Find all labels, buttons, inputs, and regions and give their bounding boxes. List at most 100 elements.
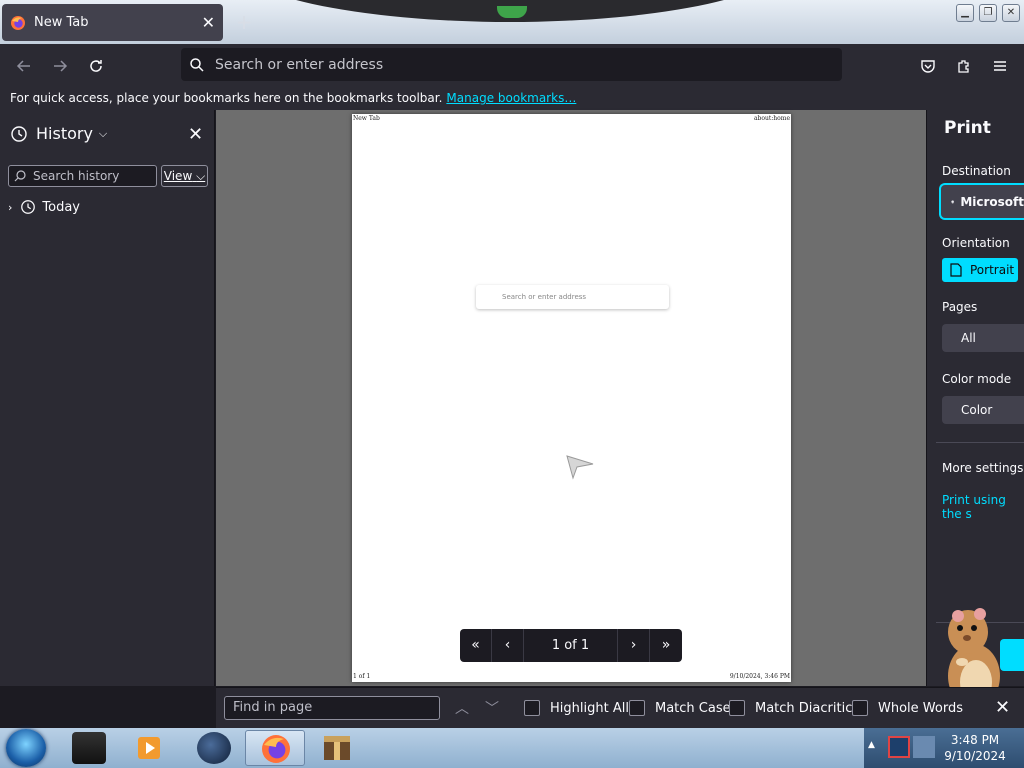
bookmarks-toolbar: For quick access, place your bookmarks h…: [0, 86, 1024, 110]
printer-icon: [951, 200, 955, 204]
orientation-label: Orientation: [942, 236, 1010, 250]
orientation-value: Portrait: [970, 263, 1015, 277]
page-indicator: 1 of 1: [524, 629, 618, 662]
destination-select[interactable]: Microsoft: [939, 183, 1024, 220]
history-item-today[interactable]: › Today: [8, 199, 80, 215]
network-icon[interactable]: [888, 736, 910, 758]
find-close-icon[interactable]: ✕: [995, 697, 1010, 718]
portrait-radio[interactable]: Portrait: [942, 258, 1018, 282]
archive-app-icon[interactable]: [320, 732, 354, 764]
match-case-checkbox[interactable]: Match Case: [629, 700, 731, 716]
manage-bookmarks-link[interactable]: Manage bookmarks…: [446, 91, 576, 105]
chevron-down-icon: ⌵: [196, 169, 206, 183]
reload-icon: [90, 60, 102, 72]
media-player-icon[interactable]: [133, 732, 167, 764]
firefox-icon: [262, 735, 290, 763]
find-previous-button[interactable]: ︿: [455, 698, 469, 718]
taskbar-firefox[interactable]: [245, 730, 305, 766]
sidebar-close-icon[interactable]: ✕: [188, 124, 203, 145]
new-tab-button[interactable]: +: [232, 10, 256, 34]
page-footer-right: 9/10/2024, 3:46 PM: [729, 673, 790, 680]
clock-date: 9/10/2024: [944, 749, 1006, 763]
find-input[interactable]: Find in page: [224, 696, 440, 720]
page-footer-left: 1 of 1: [353, 673, 371, 680]
sidebar-title: History: [36, 124, 93, 143]
divider: [936, 442, 1024, 443]
close-window-button[interactable]: ✕: [1002, 4, 1020, 22]
previous-page-button[interactable]: ‹: [492, 629, 524, 662]
destination-label: Destination: [942, 164, 1011, 178]
firefox-icon: [11, 15, 25, 30]
history-search-placeholder: Search history: [33, 169, 120, 183]
pages-select[interactable]: All: [942, 324, 1024, 352]
pages-value: All: [961, 331, 976, 345]
media-player-icon-graphic: [138, 737, 160, 759]
address-placeholder: Search or enter address: [215, 56, 384, 73]
system-dialog-link[interactable]: Print using the s: [942, 493, 1024, 521]
next-page-button[interactable]: ›: [618, 629, 650, 662]
clock-time: 3:48 PM: [950, 733, 1000, 747]
restore-button[interactable]: ❐: [979, 4, 997, 22]
page-navigator: « ‹ 1 of 1 › »: [460, 629, 682, 662]
whole-words-checkbox[interactable]: Whole Words: [852, 700, 963, 716]
history-sidebar: [0, 110, 215, 686]
globe-app-icon[interactable]: [197, 732, 231, 764]
page-header-right: about:home: [753, 115, 790, 122]
checkbox-box: [852, 700, 868, 716]
find-placeholder: Find in page: [233, 700, 313, 715]
pocket-button[interactable]: [914, 52, 942, 80]
menu-button[interactable]: [986, 52, 1014, 80]
color-mode-value: Color: [961, 403, 993, 417]
back-button[interactable]: [10, 52, 38, 80]
highlight-all-checkbox[interactable]: Highlight All: [524, 700, 629, 716]
archive-icon: [324, 736, 350, 760]
forward-button[interactable]: [46, 52, 74, 80]
clock-icon: [11, 125, 27, 142]
bookmarks-hint: For quick access, place your bookmarks h…: [10, 91, 443, 105]
pages-label: Pages: [942, 300, 978, 314]
first-page-button[interactable]: «: [460, 629, 492, 662]
start-button[interactable]: [6, 729, 46, 767]
volume-icon[interactable]: [913, 736, 935, 758]
checkbox-box: [629, 700, 645, 716]
history-view-button[interactable]: View ⌵: [161, 165, 208, 187]
back-arrow-icon: [16, 60, 30, 72]
extensions-button[interactable]: [950, 52, 978, 80]
forward-arrow-icon: [54, 60, 68, 72]
terminal-app-icon[interactable]: [72, 732, 106, 764]
portrait-page-icon: [950, 263, 962, 277]
checkbox-box: [729, 700, 745, 716]
puzzle-icon: [958, 60, 969, 73]
minimize-button[interactable]: ▁: [956, 4, 974, 22]
address-bar[interactable]: Search or enter address: [181, 48, 842, 81]
pocket-icon: [921, 60, 935, 73]
match-case-label: Match Case: [655, 700, 731, 716]
print-title: Print: [944, 118, 991, 138]
search-icon: [190, 57, 204, 72]
chevron-down-icon: ⌵: [98, 126, 108, 140]
search-icon: [14, 170, 26, 182]
checkbox-box: [524, 700, 540, 716]
hamburger-icon: [994, 61, 1006, 71]
tab-new-tab[interactable]: New Tab ✕: [2, 4, 223, 41]
page-header-left: New Tab: [353, 115, 380, 122]
history-search-input[interactable]: Search history: [8, 165, 157, 187]
destination-value: Microsoft: [960, 194, 1024, 209]
clock-icon: [21, 200, 36, 214]
tray-expand-icon[interactable]: ▲: [868, 740, 875, 750]
paper-plane-icon: [566, 455, 594, 480]
more-settings-toggle[interactable]: More settings: [942, 461, 1023, 475]
match-diacritics-checkbox[interactable]: Match Diacritics: [729, 700, 859, 716]
preview-search-placeholder: Search or enter address: [502, 293, 587, 301]
taskbar-clock[interactable]: 3:48 PM 9/10/2024: [940, 732, 1010, 764]
tab-close-icon[interactable]: ✕: [202, 13, 215, 32]
whole-words-label: Whole Words: [878, 700, 963, 716]
color-mode-select[interactable]: Color: [942, 396, 1024, 424]
last-page-button[interactable]: »: [650, 629, 682, 662]
color-mode-label: Color mode: [942, 372, 1012, 386]
tab-title: New Tab: [34, 15, 89, 30]
reload-button[interactable]: [82, 52, 110, 80]
highlight-all-label: Highlight All: [550, 700, 629, 716]
find-next-button[interactable]: ﹀: [485, 698, 499, 718]
sidebar-switcher[interactable]: History ⌵: [10, 124, 107, 143]
